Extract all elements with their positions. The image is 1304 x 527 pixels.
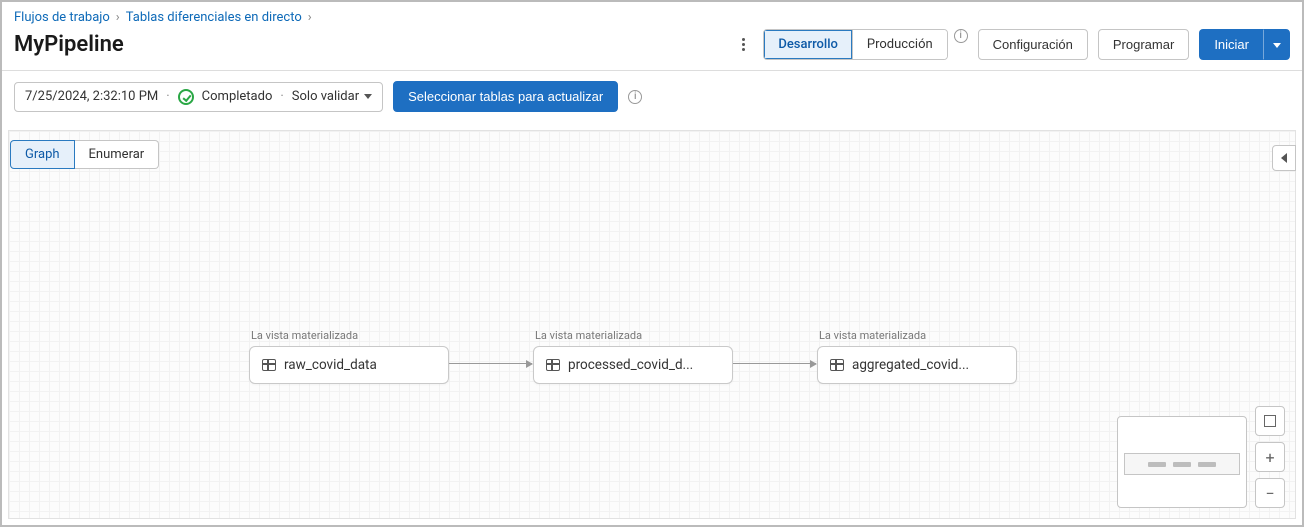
expand-icon [1264,415,1276,427]
chevron-right-icon: › [308,10,312,25]
check-circle-icon [178,89,194,105]
tab-graph[interactable]: Graph [10,140,75,169]
breadcrumb-dlt[interactable]: Tablas diferenciales en directo [126,10,302,25]
node-aggregated-covid-data[interactable]: aggregated_covid... [817,346,1017,384]
zoom-out-button[interactable]: − [1255,478,1285,508]
page-title: MyPipeline [14,32,124,57]
config-button[interactable]: Configuración [978,29,1088,60]
pipeline-canvas[interactable]: La vista materializada raw_covid_data La… [8,130,1296,519]
mode-toggle: Desarrollo Producción [763,29,947,60]
table-icon [262,359,276,371]
node-type-label: La vista materializada [249,329,449,342]
run-timestamp: 7/25/2024, 2:32:10 PM [25,89,158,104]
minimap-viewport [1124,453,1240,475]
mode-production[interactable]: Producción [853,30,947,59]
info-icon[interactable]: i [954,29,968,43]
edge [733,363,816,364]
run-summary-pill[interactable]: 7/25/2024, 2:32:10 PM · Completado · Sol… [14,82,383,112]
breadcrumb: Flujos de trabajo › Tablas diferenciales… [14,10,1290,25]
breadcrumb-workflows[interactable]: Flujos de trabajo [14,10,110,25]
table-icon [830,359,844,371]
node-type-label: La vista materializada [533,329,733,342]
start-split-button: Iniciar [1199,29,1290,60]
start-dropdown-button[interactable] [1264,29,1290,60]
node-title: processed_covid_d... [568,357,693,373]
minimap[interactable] [1117,416,1247,508]
zoom-in-button[interactable]: + [1255,442,1285,472]
fullscreen-button[interactable] [1255,406,1285,436]
select-tables-button[interactable]: Seleccionar tablas para actualizar [393,81,618,112]
info-icon[interactable]: i [628,90,642,104]
node-processed-covid-data[interactable]: processed_covid_d... [533,346,733,384]
tab-list[interactable]: Enumerar [75,140,160,169]
validate-only-dropdown[interactable]: Solo validar [292,89,372,104]
node-raw-covid-data[interactable]: raw_covid_data [249,346,449,384]
chevron-down-icon [364,94,372,99]
chevron-left-icon [1281,153,1287,163]
chevron-right-icon: › [116,10,120,25]
schedule-button[interactable]: Programar [1098,29,1189,60]
run-status: Completado [202,89,273,104]
mode-development[interactable]: Desarrollo [764,30,853,59]
node-title: raw_covid_data [284,357,377,373]
chevron-down-icon [1273,43,1281,48]
collapse-panel-button[interactable] [1272,145,1296,171]
edge [449,363,532,364]
start-button[interactable]: Iniciar [1199,29,1264,60]
node-title: aggregated_covid... [852,357,969,373]
more-options-button[interactable] [738,34,749,55]
node-type-label: La vista materializada [817,329,1017,342]
table-icon [546,359,560,371]
